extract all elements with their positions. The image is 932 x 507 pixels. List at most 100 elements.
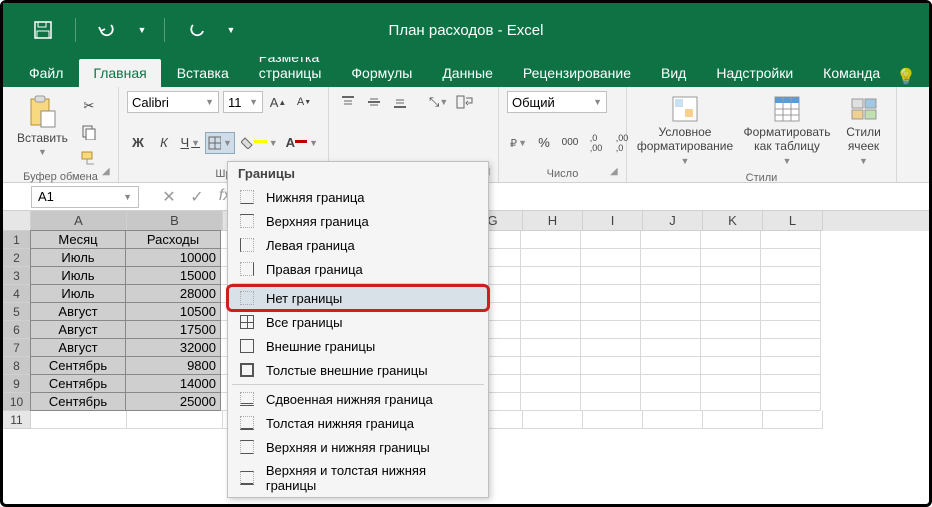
cell-K3[interactable] bbox=[701, 267, 761, 285]
cell-H2[interactable] bbox=[521, 249, 581, 267]
select-all-corner[interactable] bbox=[3, 211, 31, 231]
comma-button[interactable]: 000 bbox=[559, 132, 581, 154]
number-format-select[interactable]: Общий▼ bbox=[507, 91, 607, 113]
cell-styles-button[interactable]: Стили ячеек▼ bbox=[839, 91, 888, 170]
row-header-10[interactable]: 10 bbox=[3, 393, 31, 411]
cell-B9[interactable]: 14000 bbox=[125, 374, 221, 393]
cell-A10[interactable]: Сентябрь bbox=[30, 392, 126, 411]
increase-font-button[interactable]: A▲ bbox=[267, 91, 289, 113]
tab-team[interactable]: Команда bbox=[809, 59, 894, 87]
cell-I1[interactable] bbox=[581, 231, 641, 249]
cell-L5[interactable] bbox=[761, 303, 821, 321]
cell-K9[interactable] bbox=[701, 375, 761, 393]
cell-L3[interactable] bbox=[761, 267, 821, 285]
cell-H5[interactable] bbox=[521, 303, 581, 321]
row-header-9[interactable]: 9 bbox=[3, 375, 31, 393]
cell-K11[interactable] bbox=[703, 411, 763, 429]
cell-L7[interactable] bbox=[761, 339, 821, 357]
tab-addins[interactable]: Надстройки bbox=[702, 59, 807, 87]
cell-H1[interactable] bbox=[521, 231, 581, 249]
font-name-select[interactable]: Calibri▼ bbox=[127, 91, 219, 113]
font-color-button[interactable]: A▼ bbox=[284, 132, 320, 154]
copy-button[interactable] bbox=[78, 121, 100, 143]
cell-B2[interactable]: 10000 bbox=[125, 248, 221, 267]
name-box[interactable]: A1▼ bbox=[31, 186, 139, 208]
row-header-2[interactable]: 2 bbox=[3, 249, 31, 267]
border-double-bottom[interactable]: Сдвоенная нижняя граница bbox=[228, 387, 488, 411]
border-outside[interactable]: Внешние границы bbox=[228, 334, 488, 358]
cell-B6[interactable]: 17500 bbox=[125, 320, 221, 339]
cell-J8[interactable] bbox=[641, 357, 701, 375]
row-header-5[interactable]: 5 bbox=[3, 303, 31, 321]
cell-B11[interactable] bbox=[127, 411, 223, 429]
border-top-thick-bottom[interactable]: Верхняя и толстая нижняя границы bbox=[228, 459, 488, 497]
cell-J2[interactable] bbox=[641, 249, 701, 267]
cell-L10[interactable] bbox=[761, 393, 821, 411]
cell-A6[interactable]: Август bbox=[30, 320, 126, 339]
col-header-I[interactable]: I bbox=[583, 211, 643, 231]
cell-B7[interactable]: 32000 bbox=[125, 338, 221, 357]
row-header-11[interactable]: 11 bbox=[3, 411, 31, 429]
cell-I10[interactable] bbox=[581, 393, 641, 411]
cut-button[interactable]: ✂ bbox=[78, 95, 100, 117]
border-bottom[interactable]: Нижняя граница bbox=[228, 185, 488, 209]
cell-K8[interactable] bbox=[701, 357, 761, 375]
format-as-table-button[interactable]: Форматировать как таблицу▼ bbox=[739, 91, 835, 170]
cell-L2[interactable] bbox=[761, 249, 821, 267]
cell-A3[interactable]: Июль bbox=[30, 266, 126, 285]
fill-color-button[interactable]: ▼ bbox=[239, 132, 280, 154]
cell-B10[interactable]: 25000 bbox=[125, 392, 221, 411]
borders-button[interactable]: ▼ bbox=[205, 132, 235, 154]
border-right[interactable]: Правая граница bbox=[228, 257, 488, 281]
cell-I4[interactable] bbox=[581, 285, 641, 303]
tab-view[interactable]: Вид bbox=[647, 59, 700, 87]
cancel-button[interactable]: ✕ bbox=[159, 187, 179, 207]
tab-home[interactable]: Главная bbox=[79, 59, 160, 87]
col-header-B[interactable]: B bbox=[127, 211, 223, 231]
cell-K2[interactable] bbox=[701, 249, 761, 267]
cell-J7[interactable] bbox=[641, 339, 701, 357]
cell-L4[interactable] bbox=[761, 285, 821, 303]
cell-B4[interactable]: 28000 bbox=[125, 284, 221, 303]
cell-A7[interactable]: Август bbox=[30, 338, 126, 357]
cell-I9[interactable] bbox=[581, 375, 641, 393]
cell-H11[interactable] bbox=[523, 411, 583, 429]
border-thick-bottom[interactable]: Толстая нижняя граница bbox=[228, 411, 488, 435]
cell-A2[interactable]: Июль bbox=[30, 248, 126, 267]
cell-B8[interactable]: 9800 bbox=[125, 356, 221, 375]
cell-I11[interactable] bbox=[583, 411, 643, 429]
cell-I3[interactable] bbox=[581, 267, 641, 285]
cell-L9[interactable] bbox=[761, 375, 821, 393]
cell-A5[interactable]: Август bbox=[30, 302, 126, 321]
row-header-6[interactable]: 6 bbox=[3, 321, 31, 339]
increase-decimal-button[interactable]: ,0,00 bbox=[585, 132, 607, 154]
tab-review[interactable]: Рецензирование bbox=[509, 59, 645, 87]
cell-K5[interactable] bbox=[701, 303, 761, 321]
qat-customize[interactable]: ▼ bbox=[223, 12, 239, 48]
border-none[interactable]: Нет границы bbox=[228, 286, 488, 310]
cell-B3[interactable]: 15000 bbox=[125, 266, 221, 285]
font-size-select[interactable]: 11▼ bbox=[223, 91, 263, 113]
cell-J3[interactable] bbox=[641, 267, 701, 285]
cell-A4[interactable]: Июль bbox=[30, 284, 126, 303]
decrease-font-button[interactable]: A▼ bbox=[293, 91, 315, 113]
cell-L6[interactable] bbox=[761, 321, 821, 339]
cell-A9[interactable]: Сентябрь bbox=[30, 374, 126, 393]
cell-B5[interactable]: 10500 bbox=[125, 302, 221, 321]
conditional-formatting-button[interactable]: Условное форматирование▼ bbox=[635, 91, 735, 170]
cell-J5[interactable] bbox=[641, 303, 701, 321]
cell-H3[interactable] bbox=[521, 267, 581, 285]
align-middle-button[interactable] bbox=[363, 91, 385, 113]
cell-A1[interactable]: Месяц bbox=[30, 230, 126, 249]
row-header-8[interactable]: 8 bbox=[3, 357, 31, 375]
cell-J11[interactable] bbox=[643, 411, 703, 429]
cell-I6[interactable] bbox=[581, 321, 641, 339]
bold-button[interactable]: Ж bbox=[127, 132, 149, 154]
cell-H4[interactable] bbox=[521, 285, 581, 303]
cell-H9[interactable] bbox=[521, 375, 581, 393]
tab-data[interactable]: Данные bbox=[428, 59, 507, 87]
col-header-H[interactable]: H bbox=[523, 211, 583, 231]
cell-I5[interactable] bbox=[581, 303, 641, 321]
col-header-K[interactable]: K bbox=[703, 211, 763, 231]
number-dialog-launcher[interactable]: ◢ bbox=[610, 166, 624, 180]
